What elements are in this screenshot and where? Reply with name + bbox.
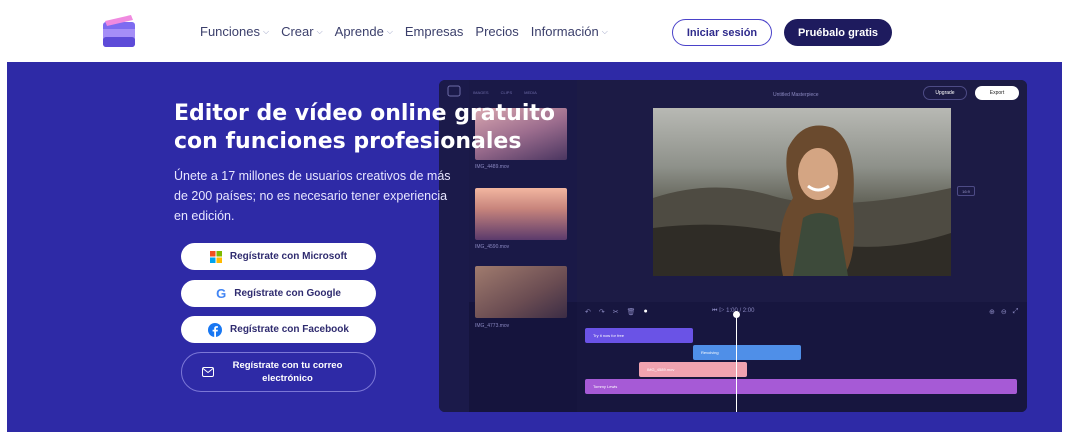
hero-headline: Editor de vídeo online gratuito con func… — [174, 101, 556, 154]
login-button[interactable]: Iniciar sesión — [672, 19, 772, 46]
zoom-controls: ⊕ ⊖ ⤢ — [989, 308, 1018, 316]
nav-links: Funciones ⌵ Crear ⌵ Aprende ⌵ Empresas Prec… — [200, 24, 620, 39]
top-navigation: Funciones ⌵ Crear ⌵ Aprende ⌵ Empresas Prec… — [0, 0, 1069, 62]
chevron-down-icon: ⌵ — [262, 26, 270, 36]
signup-microsoft-button[interactable]: Regístrate con Microsoft — [181, 243, 376, 270]
undo-icon[interactable]: ↶ — [585, 308, 591, 316]
media-tabs: IMAGES CLIPS MEDIA — [473, 90, 537, 95]
microsoft-icon — [209, 250, 222, 263]
nav-link-informacion[interactable]: Información ⌵ — [531, 24, 608, 39]
trash-icon[interactable]: 🗑 — [627, 308, 636, 316]
timeline-clip-audio[interactable]: Tommy Lewis — [585, 379, 1017, 394]
tab-images[interactable]: IMAGES — [473, 90, 489, 95]
hero-subtext: Únete a 17 millones de usuarios creativo… — [174, 169, 451, 223]
skip-back-icon[interactable]: ⏮ — [712, 308, 717, 314]
scissors-icon[interactable]: ✂ — [613, 308, 619, 316]
signup-google-button[interactable]: G Regístrate con Google — [181, 280, 376, 307]
email-icon — [202, 367, 214, 377]
timeline-clip-video[interactable]: IMG_4589.mov — [639, 362, 747, 377]
upgrade-button[interactable]: Upgrade — [923, 86, 967, 100]
nav-link-precios[interactable]: Precios — [475, 24, 518, 39]
zoom-in-icon[interactable]: ⊕ — [989, 308, 995, 316]
media-thumbnail[interactable] — [475, 266, 567, 318]
tab-clips[interactable]: CLIPS — [501, 90, 513, 95]
editor-timeline: ↶ ↷ ✂ 🗑 ● ⏮ ▷ 1:00 / 2:00 ⊕ ⊖ ⤢ Try it n… — [577, 302, 1027, 412]
project-title[interactable]: Untitled Masterpiece — [773, 92, 819, 98]
nav-link-aprende[interactable]: Aprende ⌵ — [335, 24, 393, 39]
signup-email-button[interactable]: Regístrate con tu correo electrónico — [181, 352, 376, 392]
signup-facebook-button[interactable]: Regístrate con Facebook — [181, 316, 376, 343]
chevron-down-icon: ⌵ — [386, 26, 393, 36]
nav-link-crear[interactable]: Crear ⌵ — [281, 24, 323, 39]
export-button[interactable]: Export — [975, 86, 1019, 100]
editor-logo-icon — [447, 85, 461, 97]
comment-icon[interactable]: ● — [644, 308, 648, 316]
media-thumbnail-label: IMG_4590.mov — [475, 244, 510, 250]
clipchamp-logo-icon[interactable] — [101, 14, 137, 48]
editor-canvas: Untitled Masterpiece Upgrade Export 16:9 — [577, 80, 1027, 302]
timeline-playhead[interactable] — [733, 311, 740, 412]
media-thumbnail-label: IMG_4773.mov — [475, 323, 510, 329]
timeline-controls: ↶ ↷ ✂ 🗑 ● — [585, 308, 648, 316]
preview-video-frame — [653, 108, 951, 276]
timeline-clip-effect[interactable]: Revolving — [693, 345, 801, 360]
tab-media[interactable]: MEDIA — [524, 90, 537, 95]
woman-photo-image — [653, 125, 951, 276]
media-thumbnail[interactable] — [475, 188, 567, 240]
try-free-button[interactable]: Pruébalo gratis — [784, 19, 892, 46]
redo-icon[interactable]: ↷ — [599, 308, 605, 316]
play-icon[interactable]: ▷ — [719, 308, 724, 314]
expand-icon[interactable]: ⤢ — [1013, 308, 1019, 316]
timeline-clip-text[interactable]: Try it now for free — [585, 328, 693, 343]
google-icon: G — [216, 286, 227, 301]
zoom-out-icon[interactable]: ⊖ — [1001, 308, 1007, 316]
chevron-down-icon: ⌵ — [601, 26, 608, 36]
facebook-icon — [208, 322, 223, 337]
media-thumbnail-label: IMG_4489.mov — [475, 164, 510, 170]
nav-link-funciones[interactable]: Funciones ⌵ — [200, 24, 269, 39]
chevron-down-icon: ⌵ — [316, 26, 323, 36]
nav-link-empresas[interactable]: Empresas — [405, 24, 464, 39]
aspect-ratio-button[interactable]: 16:9 — [957, 186, 975, 196]
